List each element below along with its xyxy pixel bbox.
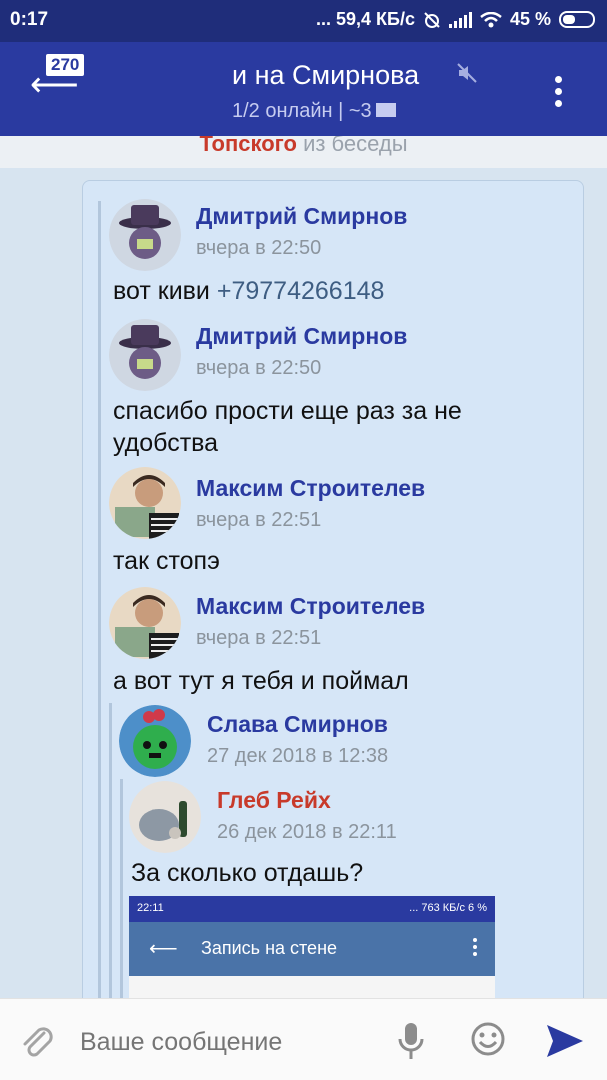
send-icon[interactable] [545, 1023, 585, 1059]
avatar[interactable] [109, 319, 181, 391]
message-author[interactable]: Глеб Рейх [217, 787, 331, 814]
message-date: вчера в 22:50 [196, 357, 322, 379]
embedded-status-bar: 22:11 ... 763 КБ/с 6 % [129, 896, 495, 922]
online-status: 1/2 онлайн | ~3 [232, 100, 372, 122]
embedded-title: Запись на стене [201, 938, 338, 958]
message-text: За сколько отдашь? [131, 859, 364, 887]
alarm-off-icon [424, 11, 440, 28]
forward-bar-nested [109, 703, 112, 1009]
battery-percent: 45 % [509, 9, 551, 29]
more-options-icon[interactable] [555, 76, 563, 107]
avatar[interactable] [109, 199, 181, 271]
message-author[interactable]: Дмитрий Смирнов [196, 203, 407, 230]
message-date: вчера в 22:51 [196, 509, 322, 531]
message-text-body: вот киви [113, 277, 217, 305]
network-speed: ... 59,4 КБ/с [315, 9, 415, 29]
message-date: 27 дек 2018 в 12:38 [207, 745, 389, 767]
envelope-icon [375, 103, 396, 117]
message-input[interactable] [80, 1025, 380, 1059]
message-text: удобства [113, 429, 219, 457]
message-author[interactable]: Дмитрий Смирнов [196, 323, 407, 350]
message-text: а вот тут я тебя и поймал [113, 667, 409, 695]
embedded-status-right: ... 763 КБ/с 6 % [409, 902, 487, 914]
status-time: 0:17 [10, 9, 49, 30]
embedded-network: ... 763 КБ/с [409, 902, 465, 914]
attach-icon[interactable] [20, 1023, 54, 1059]
message-author[interactable]: Максим Строителев [196, 593, 425, 620]
chat-subtitle: 1/2 онлайн | ~3 [232, 100, 396, 123]
message-text: вот киви +79774266148 [113, 275, 384, 307]
avatar[interactable] [109, 467, 181, 539]
embedded-toolbar: ⟵ Запись на стене [129, 922, 495, 976]
chat-header: ⟵ 270 и на Смирнова 1/2 онлайн | ~3 [0, 42, 607, 136]
more-options-icon [473, 938, 477, 956]
wifi-icon [480, 11, 502, 27]
system-message-name: Топского [199, 136, 297, 156]
avatar[interactable] [109, 587, 181, 659]
message-bubble[interactable]: Дмитрий Смирнов вчера в 22:50 вот киви +… [82, 180, 584, 1010]
message-text: спасибо прости еще раз за не [113, 397, 462, 425]
forward-bar-nested-2 [120, 779, 123, 1009]
embedded-battery: 6 % [468, 902, 487, 914]
message-author[interactable]: Слава Смирнов [207, 711, 388, 738]
emoji-icon[interactable] [470, 1021, 506, 1057]
avatar[interactable] [129, 781, 201, 853]
message-text: так стопэ [113, 547, 220, 575]
message-date: вчера в 22:50 [196, 237, 322, 259]
unread-count-badge: 270 [46, 54, 85, 76]
message-author[interactable]: Максим Строителев [196, 475, 425, 502]
phone-link[interactable]: +79774266148 [217, 277, 385, 305]
signal-icon [448, 11, 472, 28]
chat-title[interactable]: и на Смирнова [232, 60, 419, 91]
image-attachment[interactable]: 22:11 ... 763 КБ/с 6 % ⟵ Запись на стене [129, 896, 495, 1006]
status-indicators: ... 59,4 КБ/с 45 % [316, 9, 595, 30]
forward-bar [98, 201, 101, 1009]
message-composer [0, 998, 607, 1080]
system-message: Топского из беседы [0, 136, 607, 168]
message-date: вчера в 22:51 [196, 627, 322, 649]
status-bar: 0:17 ... 59,4 КБ/с 45 % [0, 0, 607, 42]
muted-icon [457, 63, 477, 83]
back-arrow-icon: ⟵ [149, 938, 178, 960]
embedded-time: 22:11 [137, 902, 164, 914]
microphone-icon[interactable] [397, 1021, 425, 1061]
message-date: 26 дек 2018 в 22:11 [217, 821, 397, 843]
battery-icon [559, 11, 595, 28]
avatar[interactable] [119, 705, 191, 777]
system-message-text: из беседы [296, 136, 408, 156]
